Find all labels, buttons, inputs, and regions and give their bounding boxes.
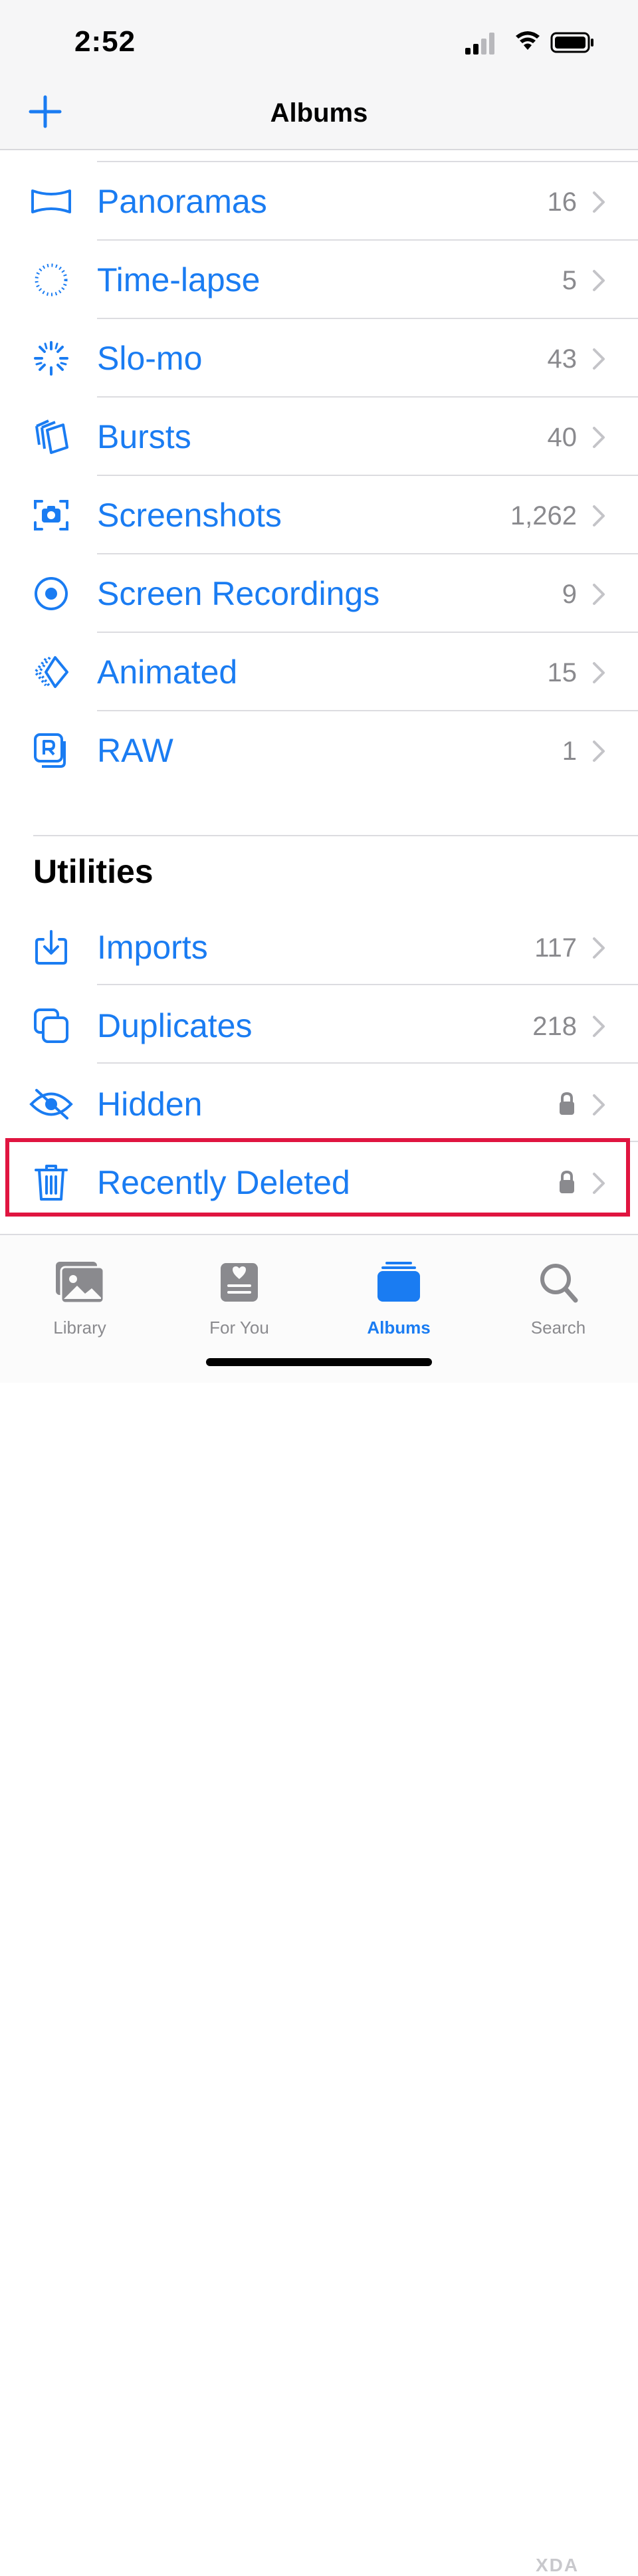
home-indicator[interactable]: [206, 1358, 432, 1366]
tab-label: Albums: [367, 1318, 431, 1338]
album-row-bursts[interactable]: Bursts 40: [0, 398, 638, 475]
section-divider: [33, 835, 638, 836]
album-count: 43: [547, 344, 578, 374]
animated-icon: [28, 654, 74, 690]
chevron-right-icon: [593, 427, 605, 448]
album-count: 218: [532, 1012, 577, 1041]
navigation-bar: 2:52 Albums: [0, 0, 638, 150]
chevron-right-icon: [593, 584, 605, 605]
imports-icon: [28, 929, 74, 965]
album-label: Animated: [97, 653, 238, 691]
album-label: Slo-mo: [97, 340, 203, 377]
album-row-hidden[interactable]: Hidden: [0, 1065, 638, 1143]
search-icon: [540, 1264, 578, 1303]
status-time: 2:52: [74, 25, 136, 58]
screen-recording-icon: [28, 576, 74, 612]
duplicates-icon: [28, 1008, 74, 1044]
hidden-eye-icon: [28, 1086, 74, 1122]
album-count: 40: [547, 423, 578, 452]
chevron-right-icon: [593, 1094, 605, 1115]
chevron-right-icon: [593, 741, 605, 762]
album-row-raw[interactable]: RAW 1: [0, 711, 638, 789]
album-row-screenshots[interactable]: Screenshots 1,262: [0, 476, 638, 554]
screenshot-icon: [28, 497, 74, 533]
tab-library[interactable]: Library: [13, 1242, 146, 1338]
album-label: Imports: [97, 929, 208, 966]
tab-label: Library: [53, 1318, 106, 1338]
album-label: Screen Recordings: [97, 575, 380, 612]
battery-icon: [550, 32, 593, 53]
album-count: 1: [562, 737, 577, 766]
row-divider: [97, 1062, 638, 1064]
chevron-right-icon: [593, 1016, 605, 1037]
lock-icon: [560, 1092, 574, 1115]
album-label: Panoramas: [97, 183, 267, 220]
for-you-icon: [221, 1263, 258, 1302]
chevron-right-icon: [593, 662, 605, 683]
tab-label: Search: [530, 1318, 586, 1338]
bursts-icon: [28, 419, 74, 455]
album-count: 16: [547, 187, 578, 217]
chevron-right-icon: [593, 937, 605, 959]
cellular-signal-icon: [465, 33, 494, 55]
album-label: Time-lapse: [97, 261, 261, 298]
panorama-icon: [28, 183, 74, 219]
tab-label: For You: [209, 1318, 269, 1338]
watermark-logo: XDA: [536, 2555, 580, 2575]
album-row-screen-recordings[interactable]: Screen Recordings 9: [0, 554, 638, 632]
timelapse-icon: [28, 262, 74, 298]
album-row-slomo[interactable]: Slo-mo 43: [0, 319, 638, 397]
status-icons: [465, 31, 593, 55]
album-label: Duplicates: [97, 1007, 253, 1044]
album-count: 9: [562, 580, 577, 609]
chevron-right-icon: [593, 270, 605, 291]
raw-icon: [28, 733, 74, 768]
section-title-utilities: Utilities: [33, 853, 154, 890]
chevron-right-icon: [593, 505, 605, 527]
album-count: 117: [534, 933, 577, 963]
row-divider: [97, 984, 638, 985]
album-row-timelapse[interactable]: Time-lapse 5: [0, 241, 638, 318]
album-label: Hidden: [97, 1086, 203, 1123]
page-title: Albums: [270, 98, 368, 128]
album-count: 1,262: [510, 501, 577, 530]
album-row-panoramas[interactable]: Panoramas 16: [0, 162, 638, 240]
wifi-icon: [516, 31, 540, 50]
album-count: 15: [547, 658, 578, 687]
chevron-right-icon: [593, 191, 605, 213]
album-label: RAW: [97, 732, 173, 769]
tab-albums[interactable]: Albums: [332, 1242, 465, 1338]
album-label: Bursts: [97, 418, 191, 455]
tab-search[interactable]: Search: [492, 1242, 625, 1338]
tab-for-you[interactable]: For You: [173, 1242, 306, 1338]
albums-icon: [377, 1262, 420, 1302]
album-row-duplicates[interactable]: Duplicates 218: [0, 987, 638, 1064]
photos-icon: [56, 1262, 105, 1304]
album-row-imports[interactable]: Imports 117: [0, 908, 638, 986]
chevron-right-icon: [593, 348, 605, 370]
album-row-animated[interactable]: Animated 15: [0, 633, 638, 711]
album-count: 5: [562, 266, 577, 295]
highlight-box: [5, 1138, 630, 1217]
slomo-icon: [28, 340, 74, 376]
album-label: Screenshots: [97, 497, 282, 534]
